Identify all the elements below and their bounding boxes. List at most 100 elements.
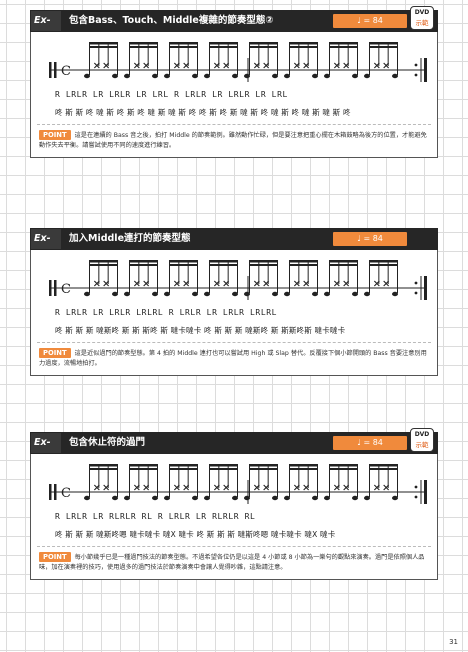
note-head	[364, 291, 370, 297]
point-tag: POINT	[39, 552, 71, 562]
note-head	[352, 495, 358, 501]
beam	[209, 468, 238, 470]
note-head	[232, 73, 238, 79]
example-header: Ex-28 加入Middle連打的節奏型態 ♩ = 84	[30, 228, 438, 264]
percussion-clef	[54, 62, 57, 78]
beam	[89, 260, 118, 263]
note-head	[112, 495, 118, 501]
point-note: POINT 這是在連續的 Bass 音之後，拍打 Middle 的節奏範例。雖然動…	[37, 124, 431, 157]
example-title: 加入Middle連打的節奏型態	[69, 233, 191, 244]
note-head	[364, 495, 370, 501]
beam	[369, 46, 398, 48]
beam	[329, 42, 358, 45]
dvd-demo-label: 示範	[415, 19, 429, 27]
time-signature: C	[61, 282, 71, 297]
percussion-clef	[54, 280, 57, 296]
beam	[169, 46, 198, 48]
beam	[89, 264, 118, 266]
beam	[129, 468, 158, 470]
repeat-dot	[414, 291, 418, 295]
example-title: 包含休止符的過門	[69, 437, 146, 448]
point-tag: POINT	[39, 348, 71, 358]
percussion-clef	[54, 484, 57, 500]
time-signature: C	[61, 486, 71, 501]
tempo-badge: ♩ = 84	[333, 14, 407, 28]
beam	[249, 264, 278, 266]
note-head	[392, 495, 398, 501]
beam	[249, 42, 278, 45]
note-head	[272, 291, 278, 297]
beam	[249, 468, 278, 470]
beam	[369, 260, 398, 263]
beam	[249, 46, 278, 48]
note-head	[364, 73, 370, 79]
dvd-badge[interactable]: DVD 示範	[410, 428, 434, 452]
note-head	[164, 73, 170, 79]
note-head	[312, 73, 318, 79]
beam	[369, 464, 398, 467]
beam	[129, 42, 158, 45]
point-note: POINT 這是近似過門的節奏型態。第 4 拍的 Middle 連打也可以嘗試用 …	[37, 342, 431, 375]
beam	[129, 264, 158, 266]
note-head	[244, 291, 250, 297]
example-header: Ex-27 包含Bass、Touch、Middle複雜的節奏型態② ♩ = 84…	[30, 6, 438, 46]
example-id: Ex-28	[31, 229, 61, 264]
beam	[369, 42, 398, 45]
sticking-line: R LRLR LR LRLR LR LRL R LRLR LR LRLR LR …	[55, 90, 288, 99]
beam	[289, 46, 318, 48]
repeat-dot	[414, 495, 418, 499]
dvd-demo-label: 示範	[415, 441, 429, 449]
note-head	[352, 291, 358, 297]
note-head	[244, 73, 250, 79]
beam	[329, 468, 358, 470]
percussion-staff: C	[49, 464, 427, 504]
example-body: C R LRLR LR RLRLR RL R LRLR LR RLRLR RL …	[30, 454, 438, 580]
beam	[169, 260, 198, 263]
note-head	[112, 291, 118, 297]
note-head	[152, 495, 158, 501]
beam	[89, 46, 118, 48]
note-head	[324, 73, 330, 79]
note-head	[84, 73, 90, 79]
beam	[289, 468, 318, 470]
beam	[209, 46, 238, 48]
note-head	[152, 73, 158, 79]
final-barline	[424, 480, 427, 504]
note-head	[124, 291, 130, 297]
percussion-clef	[49, 484, 52, 500]
beam	[289, 264, 318, 266]
beam	[289, 42, 318, 45]
note-head	[192, 495, 198, 501]
note-head	[272, 73, 278, 79]
example-body: C R LRLR LR LRLR LRLRL R LRLR LR LRLR LR…	[30, 250, 438, 376]
final-barline	[424, 276, 427, 300]
note-head	[84, 291, 90, 297]
percussion-clef	[49, 62, 52, 78]
beam	[329, 264, 358, 266]
example-ex29: Ex-29 包含休止符的過門 ♩ = 84 DVD 示範 C R LRLR LR…	[30, 428, 438, 580]
example-header: Ex-29 包含休止符的過門 ♩ = 84 DVD 示範	[30, 428, 438, 468]
example-title: 包含Bass、Touch、Middle複雜的節奏型態②	[69, 15, 274, 26]
beam	[329, 464, 358, 467]
beam	[369, 264, 398, 266]
beam	[369, 468, 398, 470]
sticking-line: R LRLR LR LRLR LRLRL R LRLR LR LRLR LRLR…	[55, 308, 278, 317]
score-area: C R LRLR LR LRLR LRLRL R LRLR LR LRLR LR…	[31, 250, 437, 342]
dvd-label: DVD	[414, 9, 430, 16]
repeat-dot	[414, 485, 418, 489]
note-head	[244, 495, 250, 501]
note-head	[164, 495, 170, 501]
final-barline	[424, 58, 427, 82]
dvd-badge[interactable]: DVD 示範	[410, 6, 434, 30]
beam	[129, 464, 158, 467]
beam	[289, 260, 318, 263]
note-head	[164, 291, 170, 297]
dvd-label: DVD	[414, 431, 430, 438]
score-area: C R LRLR LR LRLR LR LRL R LRLR LR LRLR L…	[31, 32, 437, 124]
percussion-staff: C	[49, 42, 427, 82]
note-head	[124, 495, 130, 501]
score-area: C R LRLR LR RLRLR RL R LRLR LR RLRLR RL …	[31, 454, 437, 546]
beam	[169, 468, 198, 470]
beam	[289, 464, 318, 467]
note-head	[192, 73, 198, 79]
